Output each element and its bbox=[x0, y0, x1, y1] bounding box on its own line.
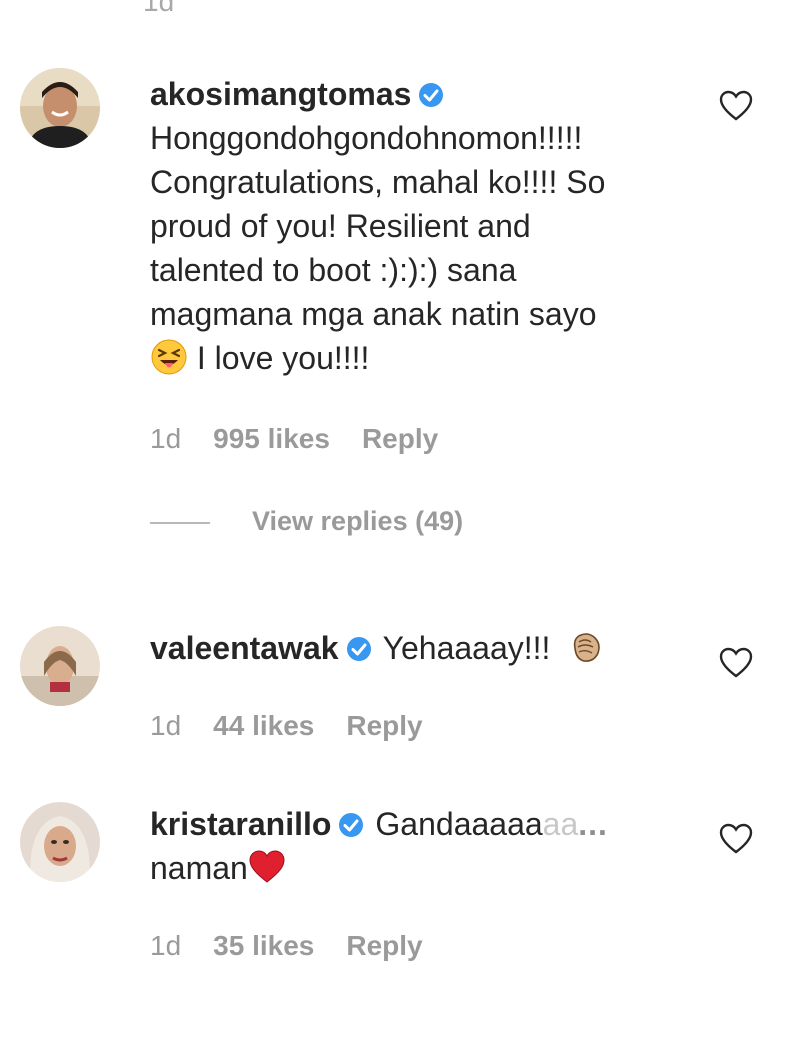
timestamp: 1d bbox=[150, 710, 182, 741]
likes-count[interactable]: 35 likes bbox=[213, 930, 314, 961]
avatar[interactable] bbox=[20, 802, 100, 882]
username[interactable]: akosimangtomas bbox=[150, 76, 411, 112]
comment-body: kristaranillo Gandaaaaaaa... naman bbox=[150, 802, 608, 890]
comment-body: akosimangtomas Honggondohgondohnomon!!!!… bbox=[150, 72, 605, 380]
comment-text-line: proud of you! Resilient and bbox=[150, 208, 531, 244]
username[interactable]: kristaranillo bbox=[150, 806, 331, 842]
comment-text-line: talented to boot :):):) sana bbox=[150, 252, 517, 288]
verified-badge-icon bbox=[337, 811, 365, 839]
comment-text: Yehaaaay!!! bbox=[382, 630, 551, 666]
comment-body: valeentawak Yehaaaay!!! bbox=[150, 626, 605, 670]
squinting-tongue-emoji bbox=[150, 338, 188, 376]
avatar[interactable] bbox=[20, 68, 100, 148]
timestamp: 1d bbox=[150, 423, 182, 454]
reply-button[interactable]: Reply bbox=[346, 710, 422, 741]
comment-text-faded: aa bbox=[542, 806, 579, 842]
comment-text-line: I love you!!!! bbox=[188, 340, 370, 376]
comment-text-line: Honggondohgondohnomon!!!!! bbox=[150, 120, 583, 156]
comment-text-line: magmana mga anak natin sayo bbox=[150, 296, 597, 332]
verified-badge-icon bbox=[345, 635, 373, 663]
like-heart-icon[interactable] bbox=[718, 88, 754, 124]
clapping-hands-emoji bbox=[567, 628, 605, 666]
comment-text-line: Congratulations, mahal ko!!!! So bbox=[150, 164, 606, 200]
view-replies-button[interactable]: View replies (49) bbox=[150, 506, 463, 537]
comment-meta: 1d 35 likes Reply bbox=[150, 930, 455, 962]
previous-comment-fragment: 1d bbox=[143, 0, 175, 17]
comment-text-line: naman bbox=[150, 850, 248, 886]
comment-meta: 1d 44 likes Reply bbox=[150, 710, 455, 742]
comment-text: Gandaaaaa bbox=[375, 806, 543, 842]
comment-meta: 1d 995 likes Reply bbox=[150, 423, 470, 455]
reply-button[interactable]: Reply bbox=[362, 423, 438, 454]
verified-badge-icon bbox=[417, 81, 445, 109]
likes-count[interactable]: 995 likes bbox=[213, 423, 330, 454]
timestamp: 1d bbox=[150, 930, 182, 961]
username[interactable]: valeentawak bbox=[150, 630, 339, 666]
view-replies-label[interactable]: View replies (49) bbox=[252, 506, 463, 536]
likes-count[interactable]: 44 likes bbox=[213, 710, 314, 741]
divider-line bbox=[150, 521, 210, 524]
like-heart-icon[interactable] bbox=[718, 645, 754, 681]
reply-button[interactable]: Reply bbox=[346, 930, 422, 961]
like-heart-icon[interactable] bbox=[718, 821, 754, 857]
red-heart-emoji bbox=[248, 848, 286, 886]
avatar[interactable] bbox=[20, 626, 100, 706]
more-button[interactable]: ... bbox=[578, 806, 608, 842]
